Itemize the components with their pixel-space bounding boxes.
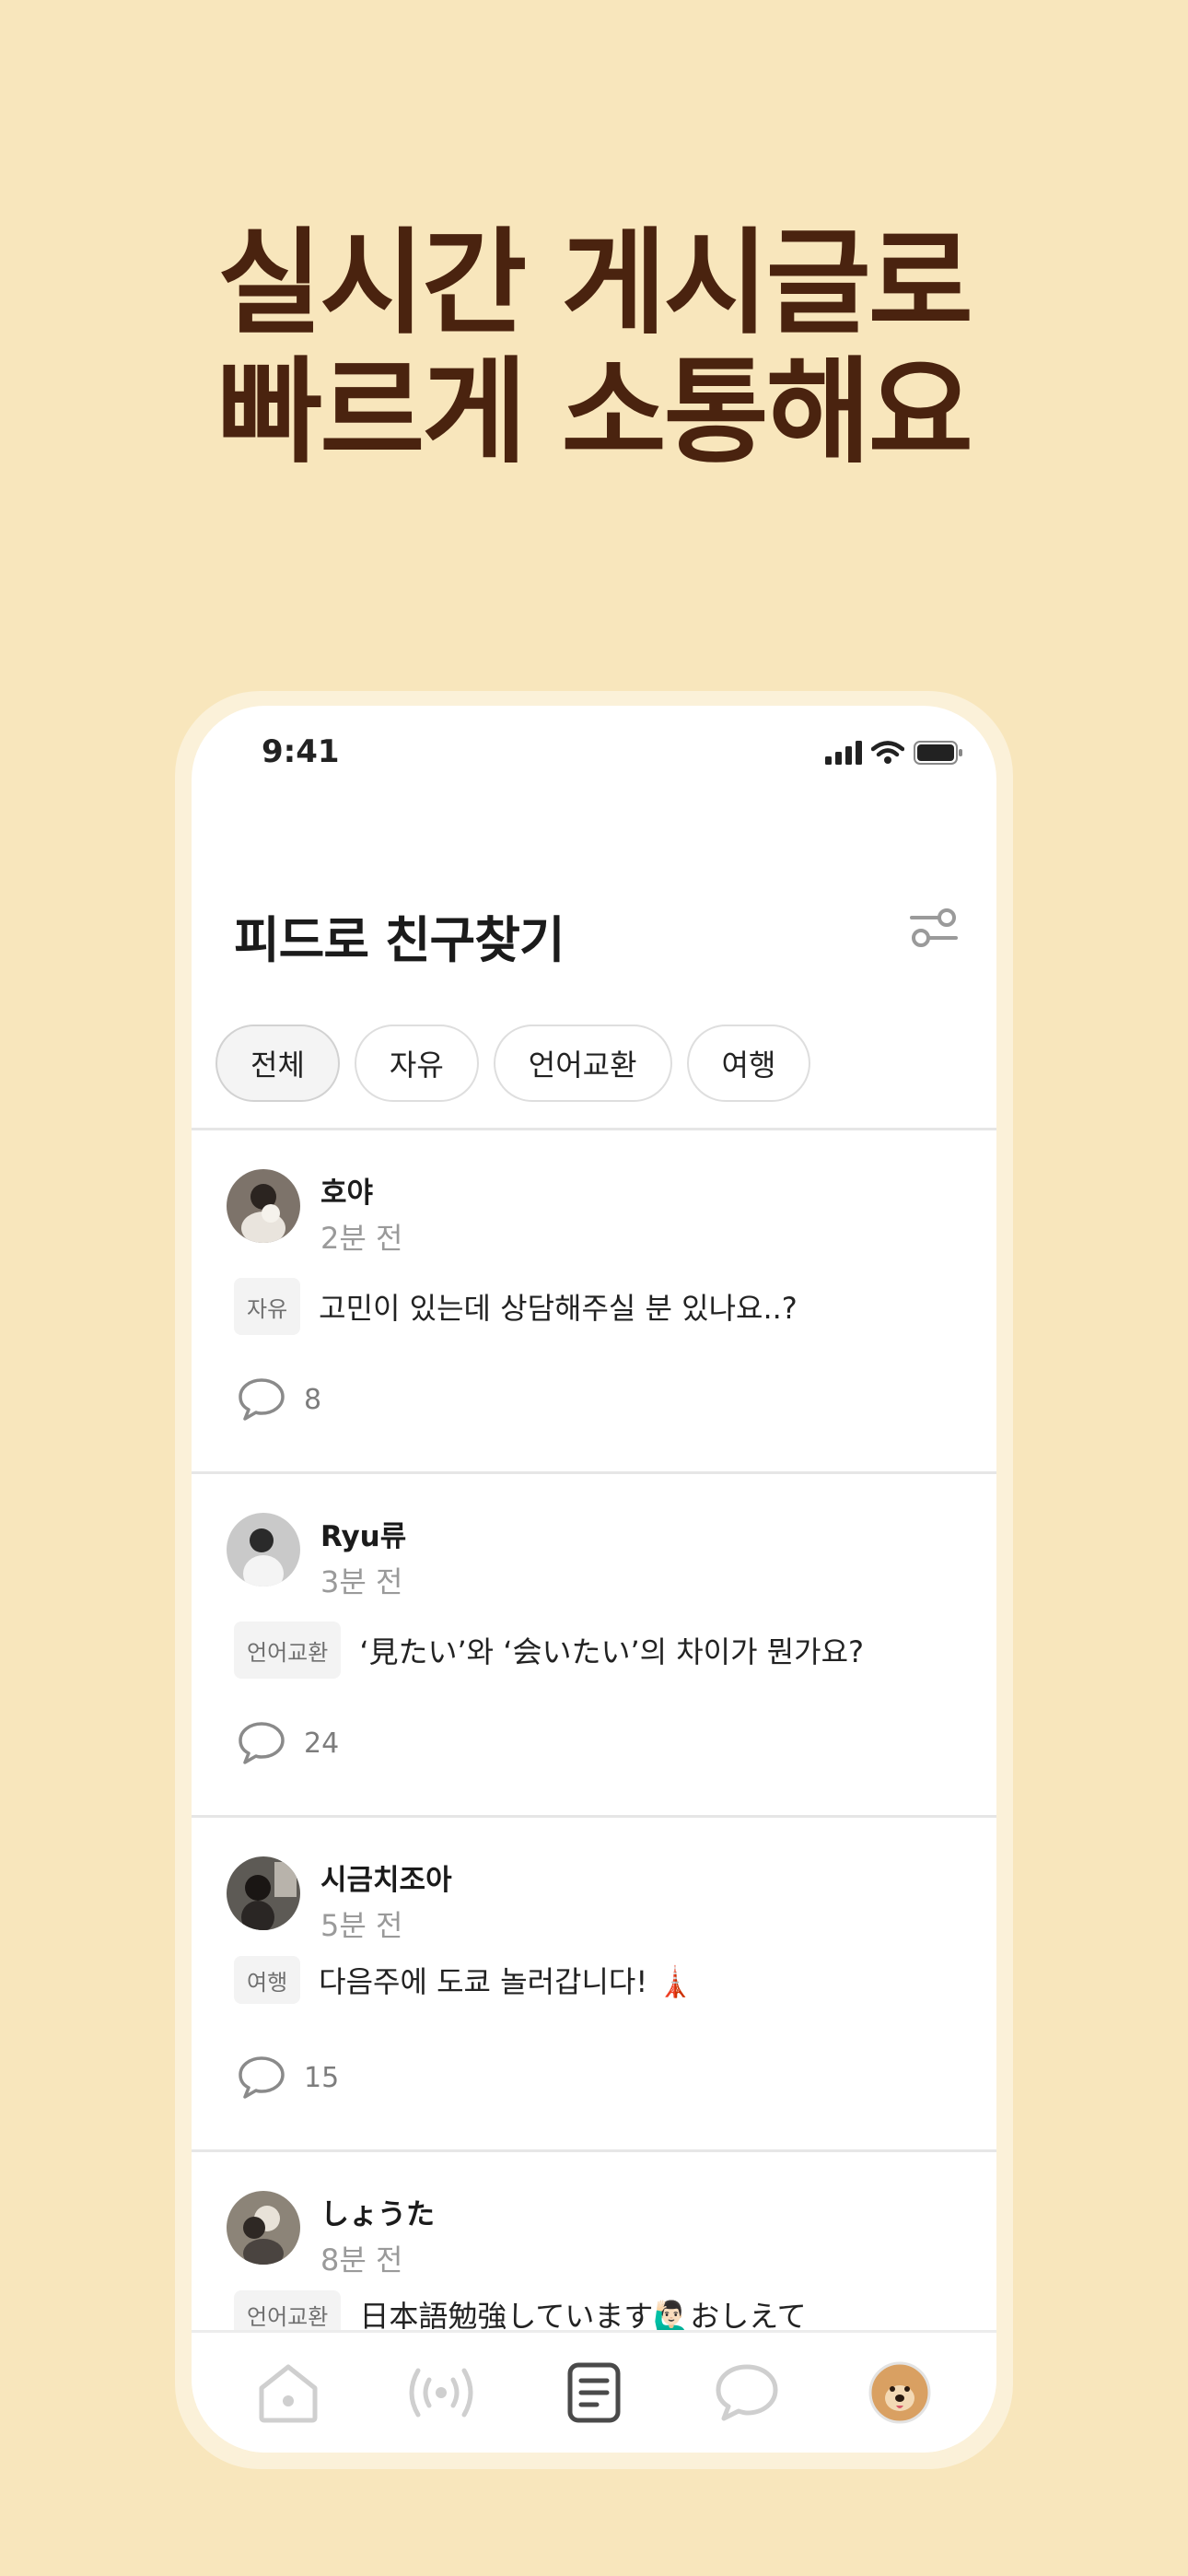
filter-icon[interactable] xyxy=(908,901,960,953)
post-item[interactable]: しょうた 8분 전 언어교환 日本語勉強しています🙋🏻‍♂️おしえて xyxy=(192,2152,996,2333)
post-body: 자유 고민이 있는데 상담해주실 분 있나요..? xyxy=(234,1278,798,1335)
post-body: 언어교환 ‘見たい’와 ‘会いたい’의 차이가 뭔가요? xyxy=(234,1622,864,1679)
post-time: 8분 전 xyxy=(320,2242,403,2277)
live-icon xyxy=(409,2368,473,2418)
comment-count: 15 xyxy=(304,2061,340,2094)
post-body: 언어교환 日本語勉強しています🙋🏻‍♂️おしえて xyxy=(234,2290,807,2333)
post-item[interactable]: 호야 2분 전 자유 고민이 있는데 상담해주실 분 있나요..? 8 xyxy=(192,1130,996,1474)
post-tag: 자유 xyxy=(234,1278,301,1335)
tab-chat[interactable] xyxy=(701,2347,793,2439)
avatar xyxy=(227,1513,300,1587)
comment-count: 8 xyxy=(304,1383,322,1416)
comment-info[interactable]: 15 xyxy=(238,2055,339,2100)
post-body: 여행 다음주에 도쿄 놀러갑니다! 🗼 xyxy=(234,1956,693,2004)
avatar xyxy=(227,2191,300,2265)
comment-info[interactable]: 24 xyxy=(238,1721,339,1765)
comment-info[interactable]: 8 xyxy=(238,1377,321,1422)
signal-icon xyxy=(825,741,862,765)
chip-all[interactable]: 전체 xyxy=(215,1025,340,1102)
feed-icon xyxy=(567,2362,621,2423)
page-title: 피드로 친구찾기 xyxy=(234,911,565,969)
post-item[interactable]: Ryu류 3분 전 언어교환 ‘見たい’와 ‘会いたい’의 차이가 뭔가요? 2… xyxy=(192,1474,996,1818)
post-text: 日本語勉強しています🙋🏻‍♂️おしえて xyxy=(359,2299,807,2333)
post-time: 2분 전 xyxy=(320,1221,403,1256)
post-author: 호야 xyxy=(320,1177,374,1210)
post-time: 5분 전 xyxy=(320,1908,403,1943)
post-tag: 언어교환 xyxy=(234,1622,342,1679)
avatar xyxy=(227,1169,300,1243)
status-icons xyxy=(825,741,963,765)
comment-icon xyxy=(239,1378,285,1421)
tab-feed[interactable] xyxy=(548,2347,640,2439)
chat-icon xyxy=(716,2364,778,2421)
tab-live[interactable] xyxy=(395,2347,487,2439)
status-time: 9:41 xyxy=(262,733,340,770)
headline-line-1: 실시간 게시글로 xyxy=(217,217,973,350)
post-author: しょうた xyxy=(320,2198,435,2231)
category-chips: 전체 자유 언어교환 여행 xyxy=(215,1025,811,1102)
post-tag: 언어교환 xyxy=(234,2290,342,2333)
tab-home[interactable] xyxy=(242,2347,334,2439)
post-text: 다음주에 도쿄 놀러갑니다! 🗼 xyxy=(319,1964,694,1999)
wifi-icon xyxy=(871,741,904,764)
post-time: 3분 전 xyxy=(320,1564,403,1599)
post-author: Ryu류 xyxy=(320,1520,407,1553)
headline: 실시간 게시글로 빠르게 소통해요 xyxy=(0,219,1188,477)
comment-count: 24 xyxy=(304,1727,340,1760)
post-author: 시금치조아 xyxy=(320,1864,452,1897)
post-tag: 여행 xyxy=(234,1956,301,2004)
chip-free[interactable]: 자유 xyxy=(354,1025,479,1102)
post-item[interactable]: 시금치조아 5분 전 여행 다음주에 도쿄 놀러갑니다! 🗼 15 xyxy=(192,1818,996,2152)
avatar xyxy=(227,1856,300,1930)
home-icon xyxy=(259,2364,318,2423)
tab-bar xyxy=(192,2330,996,2453)
chip-language-exchange[interactable]: 언어교환 xyxy=(493,1025,672,1102)
headline-line-2: 빠르게 소통해요 xyxy=(217,346,973,479)
tab-profile[interactable] xyxy=(854,2347,946,2439)
comment-icon xyxy=(239,2056,285,2099)
battery-icon xyxy=(914,741,962,765)
post-text: ‘見たい’와 ‘会いたい’의 차이가 뭔가요? xyxy=(359,1634,865,1669)
chip-travel[interactable]: 여행 xyxy=(686,1025,811,1102)
phone-screen: 9:41 피드로 친구찾기 전체 자유 언어교환 여행 호야 2분 전 자유 고… xyxy=(192,706,996,2453)
comment-icon xyxy=(239,1722,285,1764)
post-text: 고민이 있는데 상담해주실 분 있나요..? xyxy=(319,1291,798,1326)
status-bar: 9:41 xyxy=(192,706,996,807)
post-list: 호야 2분 전 자유 고민이 있는데 상담해주실 분 있나요..? 8 Ryu류… xyxy=(192,1128,996,2333)
profile-avatar xyxy=(868,2361,931,2424)
